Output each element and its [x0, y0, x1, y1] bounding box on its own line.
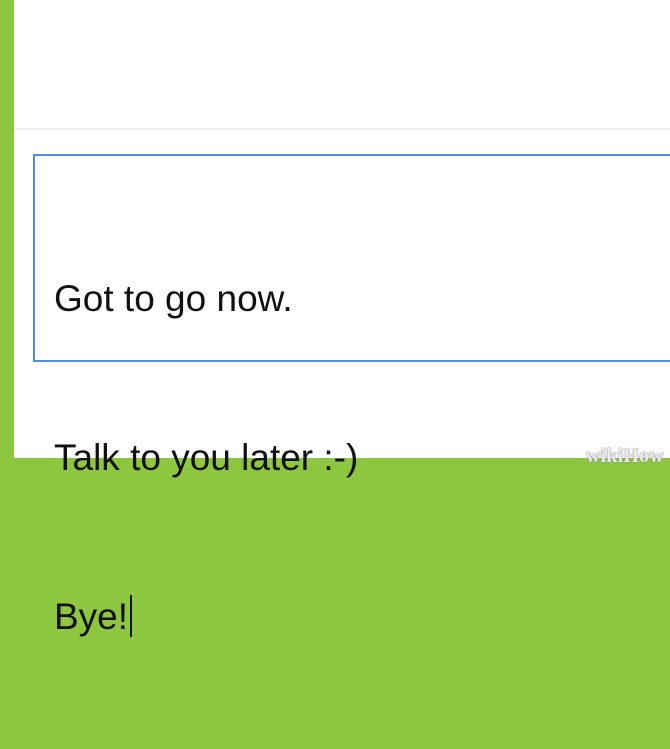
green-frame: Got to go now. Talk to you later :-) Bye…: [0, 0, 670, 637]
wikihow-watermark: wikiHow: [585, 445, 664, 467]
chat-history-area: [14, 0, 670, 128]
history-divider: [14, 128, 670, 130]
message-text[interactable]: Got to go now. Talk to you later :-) Bye…: [54, 166, 358, 749]
text-caret: [130, 595, 133, 637]
message-input[interactable]: Got to go now. Talk to you later :-) Bye…: [33, 154, 670, 637]
message-line-3-text: Bye!: [54, 596, 129, 637]
message-line-3: Bye!: [54, 590, 358, 643]
message-line-2: Talk to you later :-): [54, 437, 359, 478]
chat-window: Got to go now. Talk to you later :-) Bye…: [14, 0, 670, 637]
message-line-1: Got to go now.: [54, 278, 293, 319]
